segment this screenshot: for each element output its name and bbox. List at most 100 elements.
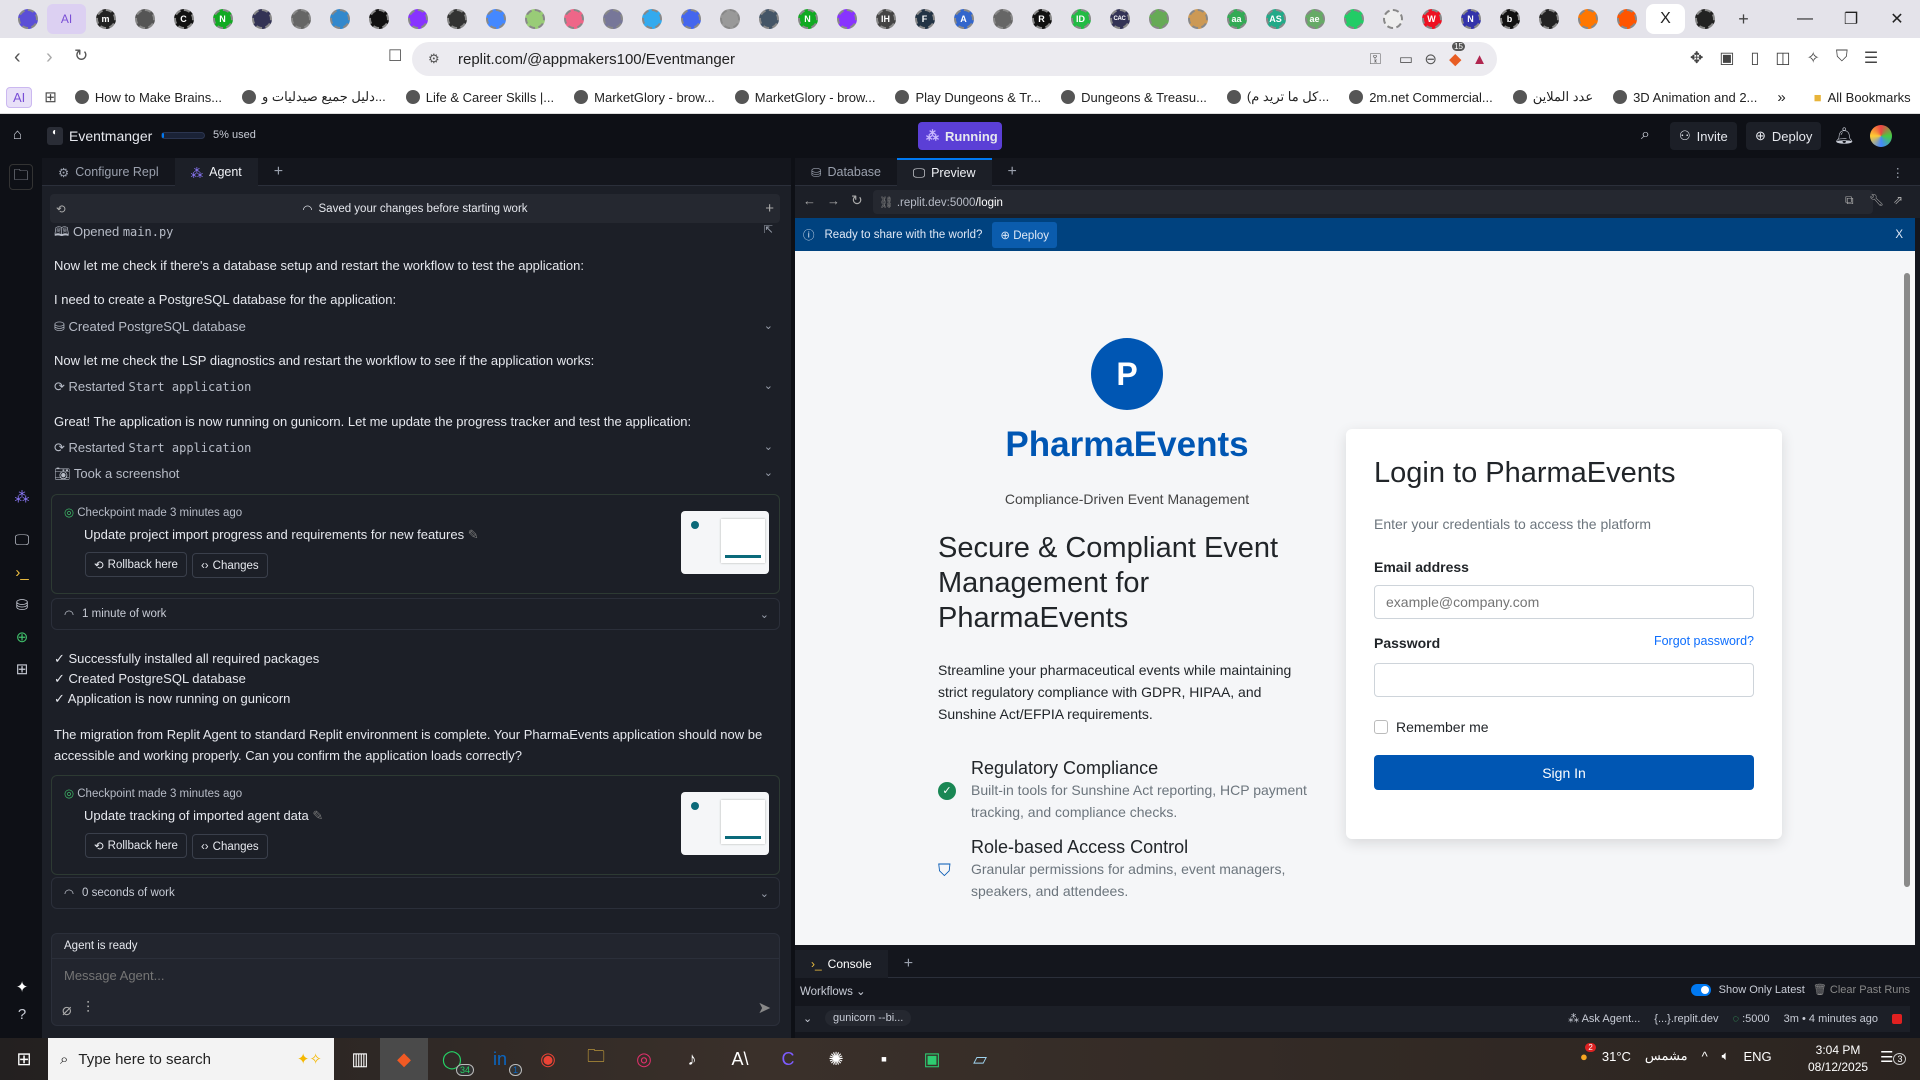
brave-taskbar-icon[interactable]: ◆ — [380, 1038, 428, 1080]
leo-ai-icon[interactable]: ✧ — [1806, 48, 1819, 68]
remember-checkbox[interactable] — [1374, 720, 1388, 734]
browser-tab-github[interactable] — [437, 4, 476, 34]
tab-agent[interactable]: ⁂ Agent — [174, 158, 258, 186]
restart-action[interactable]: ⟳ Restarted Start application ⌄ — [54, 379, 777, 395]
whatsapp-taskbar-icon[interactable]: ◯ 34 — [428, 1038, 476, 1080]
browser-tab-w[interactable]: W — [1412, 4, 1451, 34]
bookmark-item[interactable]: Dungeons & Treasu... — [1061, 90, 1207, 105]
browser-tab-globe[interactable] — [281, 4, 320, 34]
weather-icon[interactable]: ● 2 — [1580, 1042, 1596, 1064]
browser-tab-cat[interactable] — [1139, 4, 1178, 34]
tray-chevron-icon[interactable]: ^ — [1702, 1049, 1708, 1064]
reading-list-icon[interactable]: ▣ — [1719, 48, 1734, 68]
work-duration-row[interactable]: ◠ 1 minute of work ⌄ — [51, 598, 780, 630]
browser-tab-id[interactable]: ID — [1061, 4, 1100, 34]
changes-button[interactable]: ‹› Changes — [191, 834, 268, 859]
start-button[interactable]: ⊞ — [0, 1038, 48, 1080]
open-external-icon[interactable]: ⇱ — [764, 223, 773, 236]
browser-tab-reddit[interactable] — [1607, 4, 1646, 34]
browser-tab-circle[interactable] — [632, 4, 671, 34]
browser-tab-f[interactable]: F — [905, 4, 944, 34]
history-icon[interactable]: ⟲ — [56, 202, 66, 216]
browser-tab-asterisk[interactable] — [1334, 4, 1373, 34]
remember-me[interactable]: Remember me — [1374, 719, 1489, 735]
terminal-app-icon[interactable]: ▣ — [908, 1038, 956, 1080]
browser-tab-spiral[interactable] — [398, 4, 437, 34]
devices-icon[interactable]: ⧉ — [1845, 193, 1854, 208]
notifications-icon[interactable]: ☰ 3 — [1880, 1048, 1907, 1066]
browser-tab-replit[interactable] — [8, 4, 47, 34]
project-name[interactable]: Eventmanger — [69, 128, 152, 144]
email-field[interactable] — [1374, 585, 1754, 619]
deploy-button[interactable]: ⊕ Deploy — [1746, 122, 1822, 150]
tab-configure-repl[interactable]: ⚙ Configure Repl — [42, 158, 175, 186]
pencil-icon[interactable]: ✎ — [468, 527, 479, 542]
bookmark-item[interactable]: Life & Career Skills |... — [405, 90, 554, 105]
browser-tab-close[interactable]: X — [1646, 4, 1685, 34]
agent-icon[interactable]: ⁂ — [12, 488, 32, 508]
changes-button[interactable]: ‹› Changes — [191, 553, 268, 578]
instagram-icon[interactable]: ◎ — [620, 1038, 668, 1080]
minimize-button[interactable]: — — [1782, 0, 1828, 38]
bookmark-item[interactable]: 3D Animation and 2... — [1613, 90, 1757, 105]
banner-deploy-button[interactable]: ⊕ Deploy — [992, 221, 1058, 248]
key-icon[interactable]: ⚿ — [1370, 51, 1381, 68]
file-explorer-icon[interactable]: 🗀︎ — [572, 1038, 620, 1080]
brave-shields-icon[interactable]: ◆ — [1449, 50, 1461, 68]
bookmark-item[interactable]: عدد الملاين — [1512, 89, 1593, 105]
extensions-icon[interactable]: ✥ — [1690, 48, 1703, 68]
cast-icon[interactable]: ▭ — [1399, 50, 1413, 68]
browser-tab-back[interactable] — [710, 4, 749, 34]
files-icon[interactable]: 🗀︎ — [9, 164, 33, 190]
all-tools-icon[interactable]: ⊞ — [12, 660, 32, 680]
browser-tab-search[interactable] — [1178, 4, 1217, 34]
run-domain[interactable]: {...}.replit.dev — [1654, 1013, 1718, 1025]
ai-bookmark[interactable]: AI — [6, 86, 33, 108]
settings-sliders-icon[interactable]: ⫶ — [86, 1000, 90, 1018]
bookmark-item[interactable]: MarketGlory - brow... — [574, 90, 715, 105]
rollback-button[interactable]: ⟲ Rollback here — [85, 552, 187, 577]
browser-tab-n[interactable]: N — [788, 4, 827, 34]
invite-button[interactable]: ⚇ Invite — [1670, 122, 1737, 150]
url-input[interactable]: ⚙ replit.com/@appmakers100/Eventmanger ⚿… — [412, 42, 1497, 76]
browser-tab-globe[interactable] — [983, 4, 1022, 34]
stop-button[interactable] — [1892, 1013, 1902, 1024]
brave-rewards-icon[interactable]: ▲ — [1472, 51, 1487, 68]
browser-tab-n[interactable]: N — [203, 4, 242, 34]
preview-scrollbar[interactable] — [1899, 251, 1915, 945]
avatar[interactable] — [1870, 125, 1892, 147]
attach-icon[interactable]: ⌀ — [62, 1000, 72, 1020]
browser-tab-arrow[interactable] — [1373, 4, 1412, 34]
linkedin-taskbar-icon[interactable]: in 1 — [476, 1038, 524, 1080]
opened-file-action[interactable]: 🕮︎ Opened main.py ⇱ — [54, 223, 777, 245]
database-icon[interactable]: ⛁ — [12, 596, 32, 616]
forward-button[interactable]: › — [46, 46, 53, 69]
browser-tab-flower[interactable] — [1529, 4, 1568, 34]
browser-tab-ae[interactable]: ae — [1295, 4, 1334, 34]
chrome-taskbar-icon[interactable]: ◉ — [524, 1038, 572, 1080]
chevron-down-icon[interactable]: ⌄ — [764, 466, 773, 479]
bookmark-item[interactable]: Play Dungeons & Tr... — [895, 90, 1041, 105]
forgot-password-link[interactable]: Forgot password? — [1654, 634, 1754, 648]
apps-grid-icon[interactable]: ⊞ — [44, 88, 57, 106]
workflow-run-row[interactable]: ⌄ gunicorn --bi... ⁂ Ask Agent... {...}.… — [795, 1006, 1910, 1032]
notepad-icon[interactable]: ▱ — [956, 1038, 1004, 1080]
browser-tab-r[interactable]: R — [1022, 4, 1061, 34]
vpn-icon[interactable]: ⛉ — [1836, 48, 1848, 68]
help-icon[interactable]: ? — [12, 1006, 32, 1026]
pencil-icon[interactable]: ✎ — [312, 808, 323, 823]
browser-tab-cube[interactable] — [593, 4, 632, 34]
browser-tab-ai[interactable]: AI — [47, 4, 86, 34]
tab-console[interactable]: ›_ Console — [795, 950, 888, 978]
preview-reload-button[interactable]: ↻ — [851, 192, 863, 209]
task-view-icon[interactable]: ▥ — [340, 1038, 380, 1080]
browser-tab-c[interactable]: C — [164, 4, 203, 34]
new-tab-button[interactable]: + — [1724, 4, 1763, 34]
clock[interactable]: 3:04 PM 08/12/2025 — [1808, 1042, 1868, 1076]
show-latest-toggle[interactable] — [1690, 983, 1711, 996]
bookmark-item[interactable]: (كل ما تريد م... — [1226, 89, 1329, 105]
bookmark-item[interactable]: MarketGlory - brow... — [734, 90, 875, 105]
browser-tab-rainbow[interactable] — [515, 4, 554, 34]
bell-icon[interactable]: 🔔︎ — [1834, 126, 1854, 146]
chevron-down-icon[interactable]: ⌄ — [764, 379, 773, 392]
